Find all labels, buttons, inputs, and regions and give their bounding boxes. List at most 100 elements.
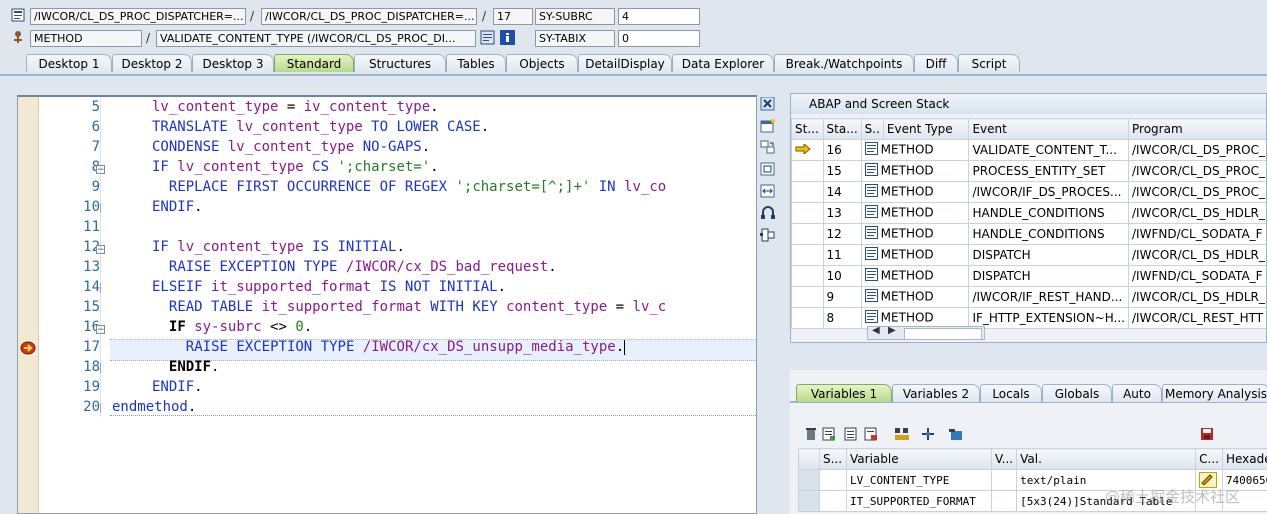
code-line[interactable]: RAISE EXCEPTION TYPE /IWCOR/cx_DS_bad_re…	[169, 259, 557, 275]
open-folder-icon[interactable]	[948, 427, 964, 441]
source-editor[interactable]: 5 6 7 8 9 10 11 12 13 14 15 16 17 18 19 20 lv_content_t…	[17, 95, 757, 514]
col-event-type[interactable]: Event Type	[882, 118, 970, 140]
tab-memory-analysis[interactable]: Memory Analysis	[1162, 384, 1267, 402]
tab-globals[interactable]: Globals	[1042, 384, 1112, 402]
col-program[interactable]: Program	[1128, 118, 1266, 140]
stack-status-cell	[791, 223, 824, 245]
code-line[interactable]: CONDENSE lv_content_type NO-GAPS.	[152, 139, 430, 155]
col-source[interactable]: S..	[860, 118, 884, 140]
line-number-field[interactable]: 17	[493, 8, 533, 25]
include-field[interactable]: /IWCOR/CL_DS_PROC_DISPATCHER=...	[261, 8, 477, 25]
code-line[interactable]: ENDIF.	[169, 359, 220, 375]
col-event[interactable]: Event	[968, 118, 1130, 140]
line-number: 5	[91, 99, 100, 115]
code-line[interactable]: ENDIF.	[152, 199, 203, 215]
insert-row-icon[interactable]	[822, 427, 836, 441]
code-line[interactable]: endmethod.	[112, 399, 196, 415]
stack-event-cell: DISPATCH	[968, 265, 1130, 287]
breakpoint-gutter[interactable]	[18, 97, 39, 513]
maximize-icon[interactable]	[760, 162, 776, 176]
stack-program-cell: /IWCOR/CL_DS_PROC_	[1128, 139, 1266, 161]
stack-row[interactable]: 9 METHOD/IWCOR/IF_REST_HAND.../IWCOR/CL_D…	[791, 286, 1266, 308]
code-line[interactable]: RAISE EXCEPTION TYPE /IWCOR/cx_DS_unsupp…	[186, 339, 626, 355]
tab-script[interactable]: Script	[958, 54, 1020, 72]
scroll-thumb[interactable]	[904, 328, 982, 340]
stack-row[interactable]: 15 METHOD PROCESS_ENTITY_SET/IWCOR/CL_DS_P…	[791, 160, 1266, 182]
col-hexadecimal[interactable]: Hexade	[1221, 448, 1267, 470]
services-icon[interactable]	[760, 206, 776, 220]
delete-row-icon[interactable]	[864, 427, 878, 441]
event-type-field[interactable]: METHOD	[30, 30, 142, 47]
code-line[interactable]: ELSEIF it_supported_format IS NOT INITIA…	[152, 279, 506, 295]
info-icon[interactable]	[500, 30, 515, 45]
col-row-select[interactable]	[798, 448, 820, 470]
tab-desktop-1[interactable]: Desktop 1	[26, 54, 112, 72]
code-token: REPLACE FIRST OCCURRENCE OF REGEX	[168, 179, 456, 195]
code-line[interactable]: lv_content_type = iv_content_type.	[152, 99, 439, 115]
fold-guide	[100, 97, 101, 417]
stack-row[interactable]: 14 METHOD/IWCOR/IF_DS_PROCES.../IWCOR/CL_…	[791, 181, 1266, 203]
tab-auto[interactable]: Auto	[1112, 384, 1162, 402]
scroll-right-icon[interactable]: ▶	[888, 325, 896, 336]
debugger-settings-icon[interactable]	[760, 228, 776, 242]
col-var-status[interactable]: S...	[819, 448, 847, 470]
event-name-field[interactable]: VALIDATE_CONTENT_TYPE (/IWCOR/CL_DS_PROC…	[156, 30, 476, 47]
close-icon[interactable]	[760, 96, 776, 111]
stack-row[interactable]: 13 METHOD HANDLE_CONDITIONS/IWCOR/CL_DS_HD…	[791, 202, 1266, 224]
row-selector[interactable]	[798, 469, 820, 491]
tab-detail-display[interactable]: DetailDisplay	[578, 54, 672, 72]
stack-row[interactable]: 10 METHOD DISPATCH/IWFND/CL_SODATA_F	[791, 265, 1266, 287]
append-row-icon[interactable]	[844, 427, 858, 441]
col-stack-level[interactable]: Sta...	[822, 118, 862, 140]
layout-icon[interactable]	[894, 427, 910, 441]
sy-subrc-value[interactable]: 4	[618, 8, 700, 25]
resize-icon[interactable]	[760, 184, 776, 198]
col-var-v[interactable]: V...	[990, 448, 1018, 470]
tab-variables-2[interactable]: Variables 2	[892, 384, 980, 402]
tab-data-explorer[interactable]: Data Explorer	[672, 54, 774, 72]
tab-diff[interactable]: Diff	[914, 54, 958, 72]
code-line[interactable]: IF sy-subrc <> 0.	[169, 319, 312, 335]
col-variable[interactable]: Variable	[846, 448, 992, 470]
variable-name-cell[interactable]: IT_SUPPORTED_FORMAT	[846, 490, 992, 512]
tab-objects[interactable]: Objects	[506, 54, 578, 72]
tab-breakpoints[interactable]: Break./Watchpoints	[774, 54, 914, 72]
new-tool-icon[interactable]	[760, 119, 776, 133]
save-icon[interactable]	[1200, 427, 1214, 441]
tab-standard[interactable]: Standard	[274, 54, 354, 72]
tab-tables[interactable]: Tables	[446, 54, 506, 72]
tab-structures[interactable]: Structures	[354, 54, 446, 72]
stack-row[interactable]: 8 METHOD IF_HTTP_EXTENSION~H.../IWCOR/CL_R…	[791, 307, 1266, 329]
col-value[interactable]: Val.	[1016, 448, 1197, 470]
sy-tabix-value[interactable]: 0	[618, 30, 700, 47]
stack-row[interactable]: 12 METHOD HANDLE_CONDITIONS/IWFND/CL_SODAT…	[791, 223, 1266, 245]
delete-icon[interactable]	[804, 427, 818, 441]
code-line[interactable]: IF lv_content_type CS ';charset='.	[152, 159, 439, 175]
tab-desktop-2[interactable]: Desktop 2	[112, 54, 192, 72]
row-selector[interactable]	[798, 490, 820, 512]
code-line[interactable]: REPLACE FIRST OCCURRENCE OF REGEX ';char…	[169, 179, 666, 195]
code-line[interactable]: ENDIF.	[152, 379, 203, 395]
stack-table[interactable]: St... Sta... S.. Event Type Event Progra…	[791, 118, 1266, 329]
scroll-left-icon[interactable]: ◀	[872, 325, 880, 336]
navigate-icon[interactable]	[920, 427, 936, 441]
tab-locals[interactable]: Locals	[980, 384, 1042, 402]
tab-variables-1[interactable]: Variables 1	[796, 384, 892, 402]
tab-desktop-3[interactable]: Desktop 3	[192, 54, 274, 72]
code-line[interactable]: IF lv_content_type IS INITIAL.	[152, 239, 405, 255]
col-status[interactable]: St...	[791, 118, 824, 140]
code-line[interactable]: READ TABLE it_supported_format WITH KEY …	[169, 299, 666, 315]
code-line[interactable]: TRANSLATE lv_content_type TO LOWER CASE.	[152, 119, 489, 135]
event-type: METHOD	[880, 226, 934, 241]
variable-name-cell[interactable]: LV_CONTENT_TYPE	[846, 469, 992, 491]
code-token: ';charset='	[337, 159, 431, 175]
main-program-field[interactable]: /IWCOR/CL_DS_PROC_DISPATCHER=...	[30, 8, 246, 25]
stack-row[interactable]: 16 METHOD VALIDATE_CONTENT_T.../IWCOR/CL_D…	[791, 139, 1266, 161]
stack-row[interactable]: 11 METHOD DISPATCH/IWCOR/CL_DS_HDLR_	[791, 244, 1266, 266]
stack-hscroll[interactable]: ◀ ▶	[867, 325, 985, 340]
col-change[interactable]: C...	[1195, 448, 1223, 470]
event-type: METHOD	[880, 310, 934, 325]
swap-tool-icon[interactable]	[760, 140, 776, 154]
stack-source-cell: METHOD	[860, 160, 970, 182]
display-source-icon[interactable]	[480, 30, 495, 45]
